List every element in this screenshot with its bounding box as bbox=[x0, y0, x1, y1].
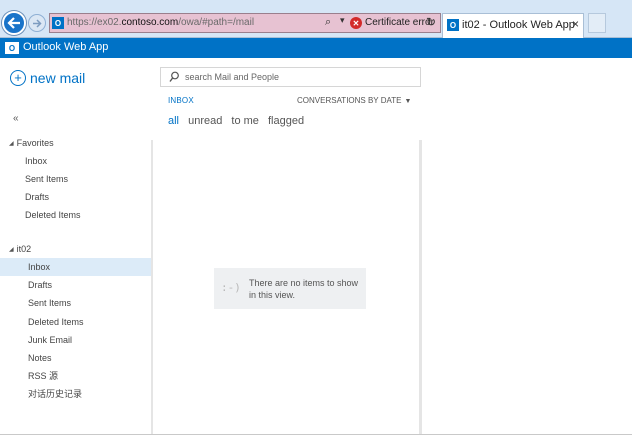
filter-all[interactable]: all bbox=[168, 115, 179, 127]
filter-to-me[interactable]: to me bbox=[231, 115, 259, 127]
arrow-left-icon bbox=[7, 17, 20, 29]
search-icon[interactable]: ⌕ bbox=[325, 16, 331, 29]
sort-dropdown[interactable]: CONVERSATIONS BY DATE ▼ bbox=[297, 96, 411, 105]
certificate-error-label[interactable]: Certificate error bbox=[365, 17, 434, 28]
favorites-label: Favorites bbox=[16, 138, 54, 148]
mailbox-header[interactable]: ◢ it02 bbox=[9, 244, 31, 254]
search-icon bbox=[169, 71, 179, 82]
favorites-header[interactable]: ◢ Favorites bbox=[9, 138, 54, 148]
folder-item-sent-items[interactable]: Sent Items bbox=[0, 294, 151, 312]
outlook-logo-icon: O bbox=[5, 42, 19, 54]
collapse-pane-icon[interactable]: « bbox=[13, 113, 19, 124]
bottom-border bbox=[0, 434, 632, 435]
browser-tab[interactable]: O it02 - Outlook Web App × bbox=[442, 13, 584, 38]
expand-triangle-icon: ◢ bbox=[9, 140, 14, 147]
folder-item-conversation-history[interactable]: 对话历史记录 bbox=[0, 385, 151, 403]
favorites-item-sent-items[interactable]: Sent Items bbox=[0, 170, 151, 188]
plus-circle-icon: + bbox=[10, 70, 26, 86]
folder-item-junk-email[interactable]: Junk Email bbox=[0, 331, 151, 349]
tab-title: it02 - Outlook Web App bbox=[462, 19, 575, 31]
empty-state: :-) There are no items to show in this v… bbox=[214, 268, 366, 309]
empty-message: There are no items to show in this view. bbox=[249, 278, 359, 300]
folder-item-drafts[interactable]: Drafts bbox=[0, 276, 151, 294]
caret-down-icon: ▼ bbox=[404, 98, 412, 105]
folder-title: INBOX bbox=[168, 96, 194, 105]
favorites-item-inbox[interactable]: Inbox bbox=[0, 152, 151, 170]
outlook-favicon: O bbox=[447, 19, 459, 31]
certificate-error-icon[interactable]: ✕ bbox=[350, 17, 362, 29]
sort-label: CONVERSATIONS BY DATE bbox=[297, 96, 402, 105]
pane-divider-right[interactable] bbox=[419, 140, 422, 434]
browser-chrome: O https://ex02.contoso.com/owa/#path=/ma… bbox=[0, 0, 632, 38]
filter-unread[interactable]: unread bbox=[188, 115, 222, 127]
new-mail-label: new mail bbox=[30, 70, 86, 86]
folder-item-inbox[interactable]: Inbox bbox=[0, 258, 151, 276]
dropdown-icon[interactable]: ▾ bbox=[340, 15, 345, 26]
smiley-icon: :-) bbox=[221, 281, 241, 294]
close-tab-icon[interactable]: × bbox=[572, 17, 579, 31]
search-placeholder: search Mail and People bbox=[185, 72, 280, 82]
filter-flagged[interactable]: flagged bbox=[268, 115, 304, 127]
expand-triangle-icon: ◢ bbox=[9, 246, 14, 253]
favorites-item-drafts[interactable]: Drafts bbox=[0, 188, 151, 206]
url-text[interactable]: https://ex02.contoso.com/owa/#path=/mail bbox=[67, 17, 254, 28]
folder-item-rss[interactable]: RSS 源 bbox=[0, 367, 151, 385]
folder-item-notes[interactable]: Notes bbox=[0, 349, 151, 367]
app-title: Outlook Web App bbox=[23, 41, 109, 53]
forward-button[interactable] bbox=[28, 14, 46, 32]
outlook-favicon: O bbox=[52, 17, 64, 29]
back-button[interactable] bbox=[2, 11, 26, 35]
search-input[interactable]: search Mail and People bbox=[160, 67, 421, 87]
arrow-right-icon bbox=[33, 18, 42, 28]
owa-header: O Outlook Web App bbox=[0, 38, 632, 58]
refresh-icon[interactable]: ↻ bbox=[426, 15, 436, 29]
mailbox-label: it02 bbox=[16, 244, 32, 254]
new-mail-button[interactable]: + new mail bbox=[10, 70, 85, 86]
favorites-item-deleted-items[interactable]: Deleted Items bbox=[0, 206, 151, 224]
folder-item-deleted-items[interactable]: Deleted Items bbox=[0, 313, 151, 331]
new-tab-button[interactable] bbox=[588, 13, 606, 33]
pane-divider-left[interactable] bbox=[151, 140, 153, 434]
address-bar[interactable]: O https://ex02.contoso.com/owa/#path=/ma… bbox=[49, 13, 441, 33]
filter-bar: all unread to me flagged bbox=[168, 115, 310, 127]
